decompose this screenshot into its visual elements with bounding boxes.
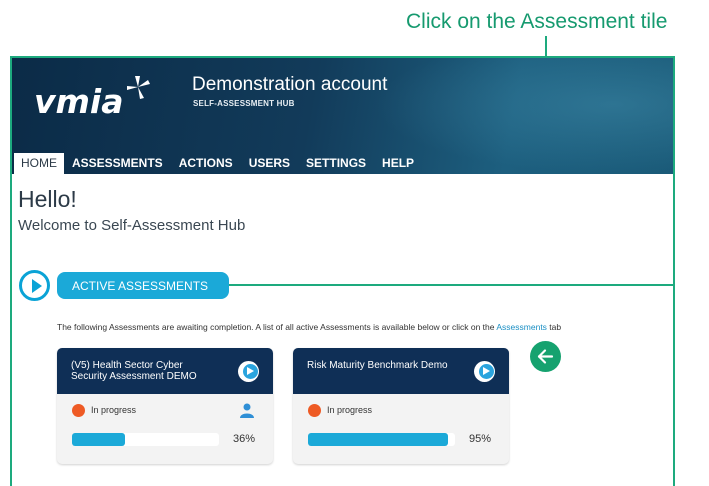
assessment-tile-header[interactable]: Risk Maturity Benchmark Demo: [293, 348, 509, 394]
progress-bar-fill: [308, 433, 448, 446]
progress-bar: [72, 433, 219, 446]
intro-text: The following Assessments are awaiting c…: [57, 322, 561, 332]
intro-text-main: The following Assessments are awaiting c…: [57, 322, 497, 332]
arrow-left-glyph: [537, 349, 554, 364]
progress-bar-fill: [72, 433, 125, 446]
account-subtitle: SELF-ASSESSMENT HUB: [193, 99, 295, 108]
app-screenshot-frame: vmia Demonstration account SELF-ASSESSME…: [10, 56, 675, 486]
app-header: vmia Demonstration account SELF-ASSESSME…: [12, 58, 673, 174]
tab-actions[interactable]: ACTIONS: [171, 153, 241, 174]
assessment-tile[interactable]: Risk Maturity Benchmark Demo In progress…: [293, 348, 509, 464]
user-icon[interactable]: [240, 403, 254, 418]
greeting-heading: Hello!: [18, 186, 77, 212]
tab-settings[interactable]: SETTINGS: [298, 153, 374, 174]
vmia-logo: vmia: [34, 82, 124, 121]
arrow-left-icon[interactable]: [530, 341, 561, 372]
progress-bar: [308, 433, 455, 446]
play-icon[interactable]: [474, 361, 495, 382]
active-assessments-header[interactable]: ACTIVE ASSESSMENTS: [57, 272, 229, 299]
status-dot-icon: [72, 404, 85, 417]
tab-users[interactable]: USERS: [241, 153, 298, 174]
tab-assessments[interactable]: ASSESSMENTS: [64, 153, 171, 174]
play-icon[interactable]: [238, 361, 259, 382]
tab-home[interactable]: HOME: [14, 153, 64, 174]
intro-text-tail: tab: [546, 322, 562, 332]
progress-percent: 95%: [469, 433, 492, 445]
callout-instruction: Click on the Assessment tile: [406, 10, 668, 33]
assessment-tile[interactable]: (V5) Health Sector Cyber Security Assess…: [57, 348, 273, 464]
assessment-title: Risk Maturity Benchmark Demo: [307, 360, 448, 371]
status-dot-icon: [308, 404, 321, 417]
assessment-tile-header[interactable]: (V5) Health Sector Cyber Security Assess…: [57, 348, 273, 394]
play-icon[interactable]: [19, 270, 50, 301]
account-title: Demonstration account: [192, 74, 388, 95]
main-nav: HOME ASSESSMENTS ACTIONS USERS SETTINGS …: [14, 153, 422, 174]
welcome-text: Welcome to Self-Assessment Hub: [18, 217, 246, 234]
status-text: In progress: [91, 405, 137, 415]
status-text: In progress: [327, 405, 373, 415]
progress-percent: 36%: [233, 433, 256, 445]
assessment-title: (V5) Health Sector Cyber Security Assess…: [71, 360, 197, 382]
tab-help[interactable]: HELP: [374, 153, 422, 174]
logo-star-icon: [127, 76, 150, 99]
assessments-link[interactable]: Assessments: [496, 322, 547, 332]
section-connector-line: [217, 284, 673, 286]
